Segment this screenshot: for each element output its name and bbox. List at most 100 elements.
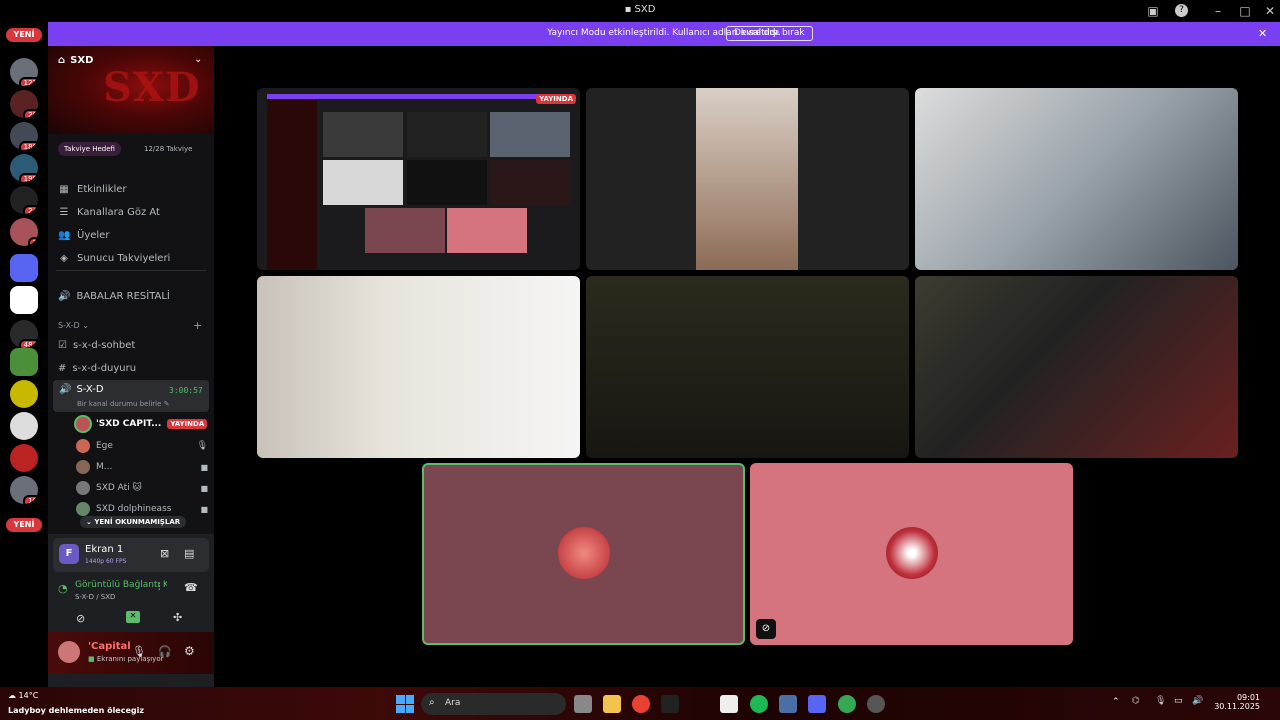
stop-stream-icon[interactable]: ⊠	[160, 547, 169, 560]
disconnect-icon[interactable]: ☎	[184, 581, 198, 594]
app-icon[interactable]	[661, 695, 679, 713]
share-screen-icon[interactable]: ✕	[126, 611, 140, 623]
task-view-icon[interactable]	[574, 695, 592, 713]
app-icon[interactable]	[867, 695, 885, 713]
minimize-button[interactable]: –	[1210, 3, 1226, 19]
connection-signal-icon[interactable]: ◔	[58, 582, 68, 595]
activities-icon[interactable]: ✣	[173, 611, 182, 624]
discord-icon[interactable]	[808, 695, 826, 713]
video-grid: YAYINDA ⊘	[214, 46, 1280, 687]
category-name: S-X-D	[58, 321, 80, 330]
server-icon-11[interactable]	[10, 444, 38, 472]
channel-name: s-x-d-duyuru	[72, 362, 137, 374]
new-pill-top[interactable]: YENİ	[6, 28, 42, 42]
user-avatar[interactable]	[58, 641, 80, 663]
video-tile-6[interactable]	[915, 276, 1238, 458]
server-icon-selected[interactable]	[10, 286, 38, 314]
close-window-button[interactable]: ✕	[1262, 3, 1278, 19]
avatar	[76, 417, 90, 431]
avatar	[76, 460, 90, 474]
inbox-icon[interactable]: ▣	[1145, 3, 1161, 19]
menu-members[interactable]: 👥 Üyeler	[58, 225, 208, 245]
video-tile-2[interactable]	[586, 88, 909, 270]
voice-user[interactable]: M... ■	[76, 457, 208, 477]
speaker-icon: 🔊	[58, 290, 71, 302]
clock[interactable]: 09:01 30.11.2025	[1212, 693, 1260, 711]
network-icon[interactable]: ⌬	[1132, 696, 1140, 706]
file-explorer-icon[interactable]	[603, 695, 621, 713]
chrome-icon[interactable]	[632, 695, 650, 713]
server-icon-7[interactable]: 484	[10, 320, 38, 348]
channel-status[interactable]: Bir kanal durumu belirle ✎	[77, 400, 170, 408]
server-icon-4[interactable]: 199	[10, 154, 38, 182]
voice-user-name: SXD Ati 🐱	[96, 483, 142, 493]
chrome-profile-icon[interactable]	[838, 695, 856, 713]
nested-sidebar	[267, 100, 317, 270]
start-button[interactable]	[396, 695, 414, 713]
camera-off-icon[interactable]: ⊘	[76, 612, 85, 625]
volume-icon[interactable]: 🔊	[1192, 696, 1203, 706]
server-icon-3[interactable]: 188	[10, 122, 38, 150]
voice-user[interactable]: SXD Ati 🐱 ■	[76, 478, 208, 498]
channel-name: s-x-d-sohbet	[72, 339, 136, 351]
new-unreads-label: YENİ OKUNMAMIŞLAR	[94, 518, 181, 526]
video-tile-3[interactable]	[915, 88, 1238, 270]
nested-tile	[323, 160, 403, 205]
server-icon-8[interactable]	[10, 348, 38, 376]
boost-goal-row[interactable]: Takviye Hedefi 12/28 Takviye	[48, 142, 214, 162]
stream-quality: 1440p 60 FPS	[85, 558, 127, 565]
avatar-tile[interactable]: ⊘	[750, 463, 1073, 645]
close-banner-icon[interactable]: ✕	[1258, 27, 1267, 40]
noise-suppression-icon[interactable]: ⫶	[158, 582, 161, 593]
app-icon[interactable]	[779, 695, 797, 713]
hashtag-icon: #	[58, 362, 67, 374]
text-channel-sohbet[interactable]: ☑ s-x-d-sohbet	[58, 335, 208, 355]
server-icon-10[interactable]	[10, 412, 38, 440]
voice-channel-babalar[interactable]: 🔊 BABALAR RESİTALİ	[58, 286, 208, 306]
server-icon-9[interactable]	[10, 380, 38, 408]
help-icon[interactable]: ?	[1175, 4, 1188, 17]
tray-overflow-icon[interactable]: ⌃	[1112, 697, 1120, 707]
connection-status: Görüntülü Bağlantı Kurul	[75, 580, 167, 590]
server-icon-2[interactable]: 26	[10, 90, 38, 118]
microphone-icon[interactable]: 🎙	[132, 645, 146, 658]
wifi-icon[interactable]: ▭	[1174, 696, 1183, 706]
menu-server-boosts[interactable]: ◈ Sunucu Takviyeleri	[58, 248, 208, 268]
avatar	[76, 502, 90, 516]
voice-user[interactable]: 'SXD CAPIT... YAYINDA	[76, 414, 208, 434]
settings-gear-icon[interactable]: ⚙	[184, 644, 195, 658]
user-status: ■ Ekranını paylaşıyor	[88, 655, 163, 663]
server-folder-icon[interactable]	[10, 254, 38, 282]
disable-streamer-mode-button[interactable]: Devre dışı bırak	[726, 26, 813, 41]
new-unreads-pill[interactable]: ⌄ YENİ OKUNMAMIŞLAR	[80, 516, 187, 528]
category-header[interactable]: S-X-D ⌄	[58, 321, 89, 330]
camera-icon: ■	[200, 462, 208, 472]
text-channel-duyuru[interactable]: # s-x-d-duyuru	[58, 358, 208, 378]
video-tile-4[interactable]	[257, 276, 580, 458]
headphones-icon[interactable]: 🎧	[158, 645, 172, 658]
server-icon-1[interactable]: 121	[10, 58, 38, 86]
screen-share-tile[interactable]: YAYINDA	[257, 88, 580, 270]
search-box[interactable]: ⌕ Ara	[421, 693, 566, 715]
voice-channel-active[interactable]: 🔊 S-X-D 3:00:57 Bir kanal durumu belirle …	[53, 380, 209, 412]
news-ticker[interactable]: Ladyboy dehlemeden ölecegiz	[8, 706, 144, 715]
maximize-button[interactable]: □	[1237, 3, 1253, 19]
server-name-header[interactable]: ⌂ SXD	[58, 55, 93, 66]
server-icon-5[interactable]: 24	[10, 186, 38, 214]
voice-user[interactable]: Ege 🎙	[76, 436, 208, 456]
weather-widget[interactable]: ☁ 14°C	[8, 691, 38, 700]
chevron-down-icon[interactable]: ⌄	[194, 54, 202, 65]
new-pill-bottom[interactable]: YENİ	[6, 518, 42, 532]
server-icon-6[interactable]: 3	[10, 218, 38, 246]
menu-events[interactable]: ▦ Etkinlikler	[58, 179, 208, 199]
server-icon-12[interactable]: 10	[10, 476, 38, 504]
app-icon[interactable]	[720, 695, 738, 713]
user-panel: F Ekran 1 1440p 60 FPS ⊠ ▤ ◔ Görüntülü B…	[48, 534, 214, 687]
menu-browse-channels[interactable]: ☰ Kanallara Göz At	[58, 202, 208, 222]
add-channel-icon[interactable]: +	[193, 319, 202, 332]
video-tile-5[interactable]	[586, 276, 909, 458]
spotify-icon[interactable]	[750, 695, 768, 713]
avatar-tile-speaking[interactable]	[422, 463, 745, 645]
mic-tray-icon[interactable]: 🎙	[1155, 696, 1166, 706]
stream-settings-icon[interactable]: ▤	[184, 547, 194, 560]
